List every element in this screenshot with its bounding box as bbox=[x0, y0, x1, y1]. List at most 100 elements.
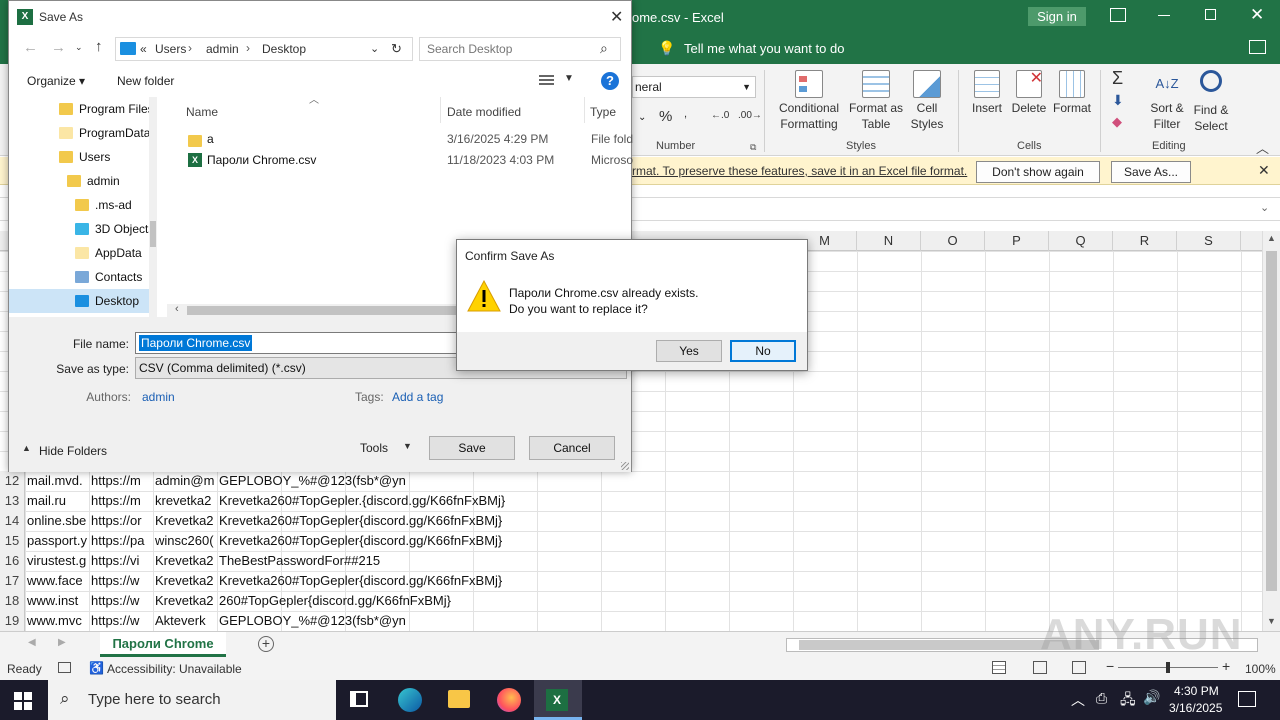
row-number[interactable]: 15 bbox=[0, 531, 25, 551]
decrease-decimal-icon[interactable]: .00→ bbox=[738, 110, 762, 121]
dont-show-again-button[interactable]: Don't show again bbox=[976, 161, 1100, 183]
nav-item-appdata[interactable]: AppData bbox=[9, 241, 157, 265]
format-as-table-button[interactable]: Format as Table bbox=[846, 70, 906, 132]
list-item[interactable]: a 3/16/2025 4:29 PM File fold bbox=[167, 129, 633, 150]
tray-chevron-icon[interactable]: ︿ bbox=[1071, 690, 1085, 710]
cancel-button[interactable]: Cancel bbox=[529, 436, 615, 460]
nav-item-contacts[interactable]: Contacts bbox=[9, 265, 157, 289]
scroll-up-icon[interactable]: ▲ bbox=[1267, 233, 1276, 243]
message-save-as-button[interactable]: Save As... bbox=[1111, 161, 1191, 183]
prev-sheet-icon[interactable]: ◀ bbox=[28, 637, 36, 648]
accessibility-status[interactable]: Accessibility: Unavailable bbox=[107, 662, 242, 676]
zoom-level[interactable]: 100% bbox=[1245, 662, 1276, 676]
address-dropdown-icon[interactable]: ⌄ bbox=[370, 42, 379, 55]
cell[interactable]: Krevetka260#TopGepler{discord.gg/K66fnFx… bbox=[217, 571, 547, 591]
cell[interactable]: https://m bbox=[89, 471, 153, 491]
cell[interactable]: krevetka2 bbox=[153, 491, 217, 511]
row-number[interactable]: 14 bbox=[0, 511, 25, 531]
breadcrumb-separator-icon[interactable]: › bbox=[188, 41, 192, 55]
cell[interactable]: admin@m bbox=[153, 471, 217, 491]
file-explorer-icon[interactable] bbox=[448, 690, 470, 708]
breadcrumb-users[interactable]: Users bbox=[155, 42, 186, 56]
yes-button[interactable]: Yes bbox=[656, 340, 722, 362]
help-icon[interactable]: ? bbox=[601, 72, 619, 90]
view-options-icon[interactable] bbox=[539, 75, 554, 86]
dialog-launcher-icon[interactable]: ⧉ bbox=[750, 142, 756, 153]
column-header[interactable]: S bbox=[1177, 231, 1241, 251]
refresh-icon[interactable]: ↻ bbox=[391, 41, 402, 57]
column-header-date[interactable]: Date modified bbox=[447, 105, 521, 119]
vertical-scrollbar[interactable]: ▲ ▼ bbox=[1262, 231, 1280, 631]
macro-record-icon[interactable] bbox=[58, 662, 71, 673]
nav-item-program-files[interactable]: Program Files bbox=[9, 97, 157, 121]
breadcrumb-overflow[interactable]: « bbox=[140, 42, 147, 56]
delete-button[interactable]: ✕ Delete bbox=[1008, 70, 1050, 116]
close-message-icon[interactable]: ✕ bbox=[1258, 162, 1270, 179]
row-number[interactable]: 19 bbox=[0, 611, 25, 631]
cell[interactable]: Krevetka260#TopGepler{discord.gg/K66fnFx… bbox=[217, 511, 547, 531]
page-break-icon[interactable] bbox=[1072, 661, 1086, 674]
close-icon[interactable]: ✕ bbox=[1250, 5, 1264, 25]
sheet-tab-active[interactable]: Пароли Chrome bbox=[100, 632, 226, 657]
page-layout-icon[interactable] bbox=[1033, 661, 1047, 674]
column-header-type[interactable]: Type bbox=[590, 105, 616, 119]
nav-item-programdata[interactable]: ProgramData bbox=[9, 121, 157, 145]
cell[interactable]: Krevetka2 bbox=[153, 571, 217, 591]
zoom-out-icon[interactable]: − bbox=[1106, 658, 1114, 674]
cell[interactable]: virustest.g bbox=[25, 551, 89, 571]
resize-grip-icon[interactable] bbox=[621, 462, 629, 470]
collapse-ribbon-icon[interactable]: ︿ bbox=[1256, 138, 1269, 157]
sign-in-button[interactable]: Sign in bbox=[1028, 7, 1086, 26]
restore-icon[interactable] bbox=[1205, 9, 1216, 20]
cell[interactable]: GEPLOBOY_%#@123(fsb*@yn bbox=[217, 611, 411, 631]
tools-dropdown-icon[interactable]: ▼ bbox=[403, 441, 412, 451]
conditional-formatting-button[interactable]: Conditional Formatting bbox=[772, 70, 846, 132]
cell[interactable]: TheBestPasswordFor##215 bbox=[217, 551, 411, 571]
cell[interactable]: www.mvc bbox=[25, 611, 89, 631]
format-button[interactable]: Format bbox=[1050, 70, 1094, 116]
row-number[interactable]: 18 bbox=[0, 591, 25, 611]
column-header[interactable]: N bbox=[857, 231, 921, 251]
edge-icon[interactable] bbox=[398, 688, 422, 712]
chevron-up-icon[interactable]: ▲ bbox=[22, 443, 31, 453]
cell[interactable]: 260#TopGepler{discord.gg/K66fnFxBMj} bbox=[217, 591, 547, 611]
excel-taskbar-button[interactable]: X bbox=[534, 680, 582, 720]
breadcrumb-desktop[interactable]: Desktop bbox=[262, 42, 306, 56]
column-divider[interactable] bbox=[440, 97, 441, 123]
cell[interactable]: https://pa bbox=[89, 531, 153, 551]
message-bar-text[interactable]: rmat. To preserve these features, save i… bbox=[632, 164, 967, 178]
cell[interactable]: online.sbe bbox=[25, 511, 89, 531]
column-header[interactable]: R bbox=[1113, 231, 1177, 251]
close-icon[interactable]: ✕ bbox=[610, 7, 623, 27]
cell[interactable]: Krevetka2 bbox=[153, 551, 217, 571]
column-header-name[interactable]: Name bbox=[186, 105, 218, 119]
cell[interactable]: GEPLOBOY_%#@123(fsb*@yn bbox=[217, 471, 411, 491]
clear-icon[interactable]: ◆ bbox=[1112, 114, 1122, 130]
authors-value[interactable]: admin bbox=[142, 390, 175, 404]
next-sheet-icon[interactable]: ▶ bbox=[58, 637, 66, 648]
volume-icon[interactable]: 🔊 bbox=[1143, 689, 1160, 706]
column-header[interactable]: P bbox=[985, 231, 1049, 251]
forward-arrow-icon[interactable]: → bbox=[51, 39, 66, 56]
nav-item-ms-ad[interactable]: .ms-ad bbox=[9, 193, 157, 217]
add-tag-link[interactable]: Add a tag bbox=[392, 390, 443, 404]
nav-item-desktop[interactable]: Desktop bbox=[9, 289, 157, 313]
no-button[interactable]: No bbox=[730, 340, 796, 362]
row-number[interactable]: 16 bbox=[0, 551, 25, 571]
cell[interactable]: mail.ru bbox=[25, 491, 89, 511]
nav-item-users[interactable]: Users bbox=[9, 145, 157, 169]
normal-view-icon[interactable] bbox=[992, 661, 1006, 674]
hide-folders-button[interactable]: Hide Folders bbox=[39, 444, 107, 458]
cell[interactable]: https://vi bbox=[89, 551, 153, 571]
list-scroll-thumb[interactable] bbox=[187, 306, 467, 315]
nav-scrollbar[interactable] bbox=[149, 97, 157, 317]
address-bar[interactable]: « Users › admin › Desktop ⌄ ↻ bbox=[115, 37, 413, 61]
search-desktop-input[interactable]: Search Desktop ⌕ bbox=[419, 37, 621, 61]
nav-scroll-thumb[interactable] bbox=[150, 221, 156, 247]
sort-filter-button[interactable]: A↓Z Sort & Filter bbox=[1146, 70, 1188, 132]
cell[interactable]: www.face bbox=[25, 571, 89, 591]
cell[interactable]: Krevetka260#TopGepler.{discord.gg/K66fnF… bbox=[217, 491, 547, 511]
comments-icon[interactable] bbox=[1249, 40, 1266, 54]
fill-icon[interactable]: ⬇ bbox=[1112, 92, 1124, 109]
breadcrumb-separator-icon[interactable]: › bbox=[246, 41, 250, 55]
